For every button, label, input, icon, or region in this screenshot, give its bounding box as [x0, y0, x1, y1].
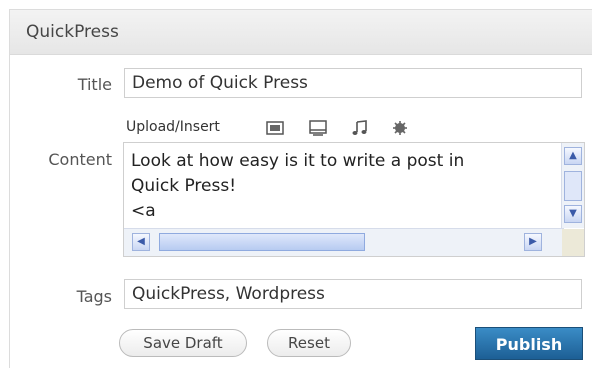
widget-title: QuickPress — [26, 22, 119, 42]
widget-header[interactable]: QuickPress — [10, 10, 592, 55]
scroll-thumb[interactable] — [564, 171, 582, 201]
upload-insert-label: Upload/Insert — [126, 119, 220, 135]
title-input[interactable]: Demo of Quick Press — [124, 68, 582, 98]
media-icon[interactable] — [391, 120, 409, 136]
content-text: Look at how easy is it to write a post i… — [131, 151, 465, 221]
scroll-right-button[interactable]: ▶ — [524, 233, 542, 251]
tags-input[interactable]: QuickPress, Wordpress — [124, 279, 582, 309]
audio-icon[interactable] — [351, 120, 369, 136]
horizontal-scrollbar[interactable]: ◀ ▶ — [124, 228, 564, 256]
tags-input-value: QuickPress, Wordpress — [132, 284, 325, 304]
horizontal-scroll-thumb[interactable] — [159, 233, 365, 251]
content-textarea[interactable]: Look at how easy is it to write a post i… — [123, 142, 585, 257]
title-input-value: Demo of Quick Press — [132, 73, 308, 93]
save-draft-button[interactable]: Save Draft — [119, 329, 247, 357]
tags-label: Tags — [76, 287, 112, 306]
publish-button[interactable]: Publish — [475, 327, 583, 360]
video-icon[interactable] — [309, 120, 327, 136]
content-label: Content — [48, 150, 112, 169]
scroll-down-button[interactable]: ▼ — [564, 205, 582, 223]
scroll-up-button[interactable]: ▲ — [564, 147, 582, 165]
image-icon[interactable] — [266, 120, 284, 136]
scroll-left-button[interactable]: ◀ — [132, 233, 150, 251]
title-label: Title — [77, 75, 112, 94]
vertical-scrollbar[interactable]: ▲ ▼ — [561, 143, 584, 228]
reset-button[interactable]: Reset — [267, 329, 351, 357]
scrollbar-corner — [562, 229, 584, 256]
